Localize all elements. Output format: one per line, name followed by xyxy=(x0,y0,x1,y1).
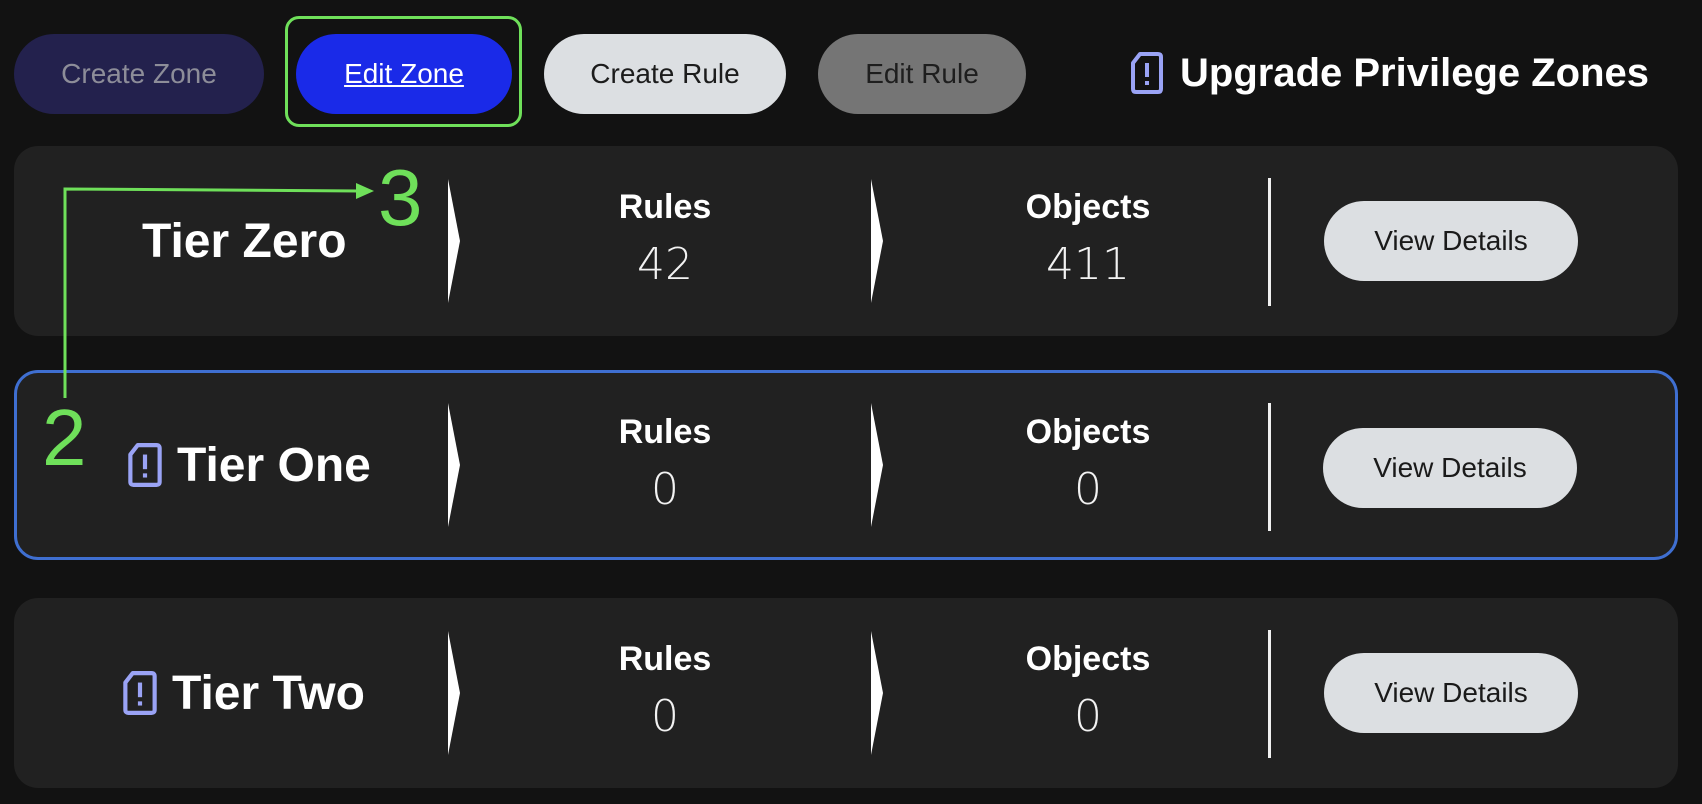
view-details-button[interactable]: View Details xyxy=(1324,653,1578,733)
chevron-divider xyxy=(448,403,460,527)
zone-name-label: Tier Two xyxy=(172,666,365,720)
objects-label: Objects xyxy=(1025,413,1151,451)
upgrade-label: Upgrade Privilege Zones xyxy=(1180,50,1650,95)
alert-tag-icon xyxy=(128,443,162,487)
rules-label: Rules xyxy=(618,640,712,678)
chevron-divider xyxy=(871,179,883,303)
objects-count: 411 xyxy=(1046,239,1130,290)
zone-card-tier-two[interactable]: Tier Two Rules 0 Objects 0 View Details xyxy=(14,598,1678,788)
edit-rule-button[interactable]: Edit Rule xyxy=(818,34,1026,114)
zone-name: Tier Zero xyxy=(142,146,347,336)
objects-count: 0 xyxy=(1074,691,1102,742)
objects-stat: Objects 0 xyxy=(968,413,1208,515)
alert-tag-icon xyxy=(123,671,157,715)
chevron-divider xyxy=(448,179,460,303)
vertical-divider xyxy=(1268,403,1271,531)
rules-label: Rules xyxy=(618,413,712,451)
rules-count: 42 xyxy=(637,239,693,290)
rules-stat: Rules 42 xyxy=(545,188,785,290)
objects-label: Objects xyxy=(1025,640,1151,678)
rules-count: 0 xyxy=(651,691,679,742)
chevron-divider xyxy=(448,631,460,755)
objects-label: Objects xyxy=(1025,188,1151,226)
chevron-divider xyxy=(871,631,883,755)
zone-name: Tier Two xyxy=(122,598,365,788)
rules-stat: Rules 0 xyxy=(545,413,785,515)
edit-zone-button[interactable]: Edit Zone xyxy=(296,34,512,114)
zone-card-tier-zero[interactable]: Tier Zero Rules 42 Objects 411 View Deta… xyxy=(14,146,1678,336)
chevron-divider xyxy=(871,403,883,527)
objects-stat: Objects 411 xyxy=(968,188,1208,290)
objects-count: 0 xyxy=(1074,464,1102,515)
annotation-step-2: 2 xyxy=(42,393,87,482)
rules-stat: Rules 0 xyxy=(545,640,785,742)
zone-name-label: Tier Zero xyxy=(142,214,347,268)
create-rule-button[interactable]: Create Rule xyxy=(544,34,786,114)
create-zone-button[interactable]: Create Zone xyxy=(14,34,264,114)
vertical-divider xyxy=(1268,178,1271,306)
objects-stat: Objects 0 xyxy=(968,640,1208,742)
view-details-button[interactable]: View Details xyxy=(1324,201,1578,281)
view-details-button[interactable]: View Details xyxy=(1323,428,1577,508)
alert-tag-icon xyxy=(1131,52,1163,94)
upgrade-privilege-zones-link[interactable]: Upgrade Privilege Zones xyxy=(1130,44,1649,102)
zone-name: Tier One xyxy=(127,373,371,557)
rules-count: 0 xyxy=(651,464,679,515)
annotation-step-3: 3 xyxy=(378,153,423,242)
vertical-divider xyxy=(1268,630,1271,758)
zone-name-label: Tier One xyxy=(177,438,371,492)
zone-card-tier-one[interactable]: Tier One Rules 0 Objects 0 View Details xyxy=(14,370,1678,560)
rules-label: Rules xyxy=(618,188,712,226)
